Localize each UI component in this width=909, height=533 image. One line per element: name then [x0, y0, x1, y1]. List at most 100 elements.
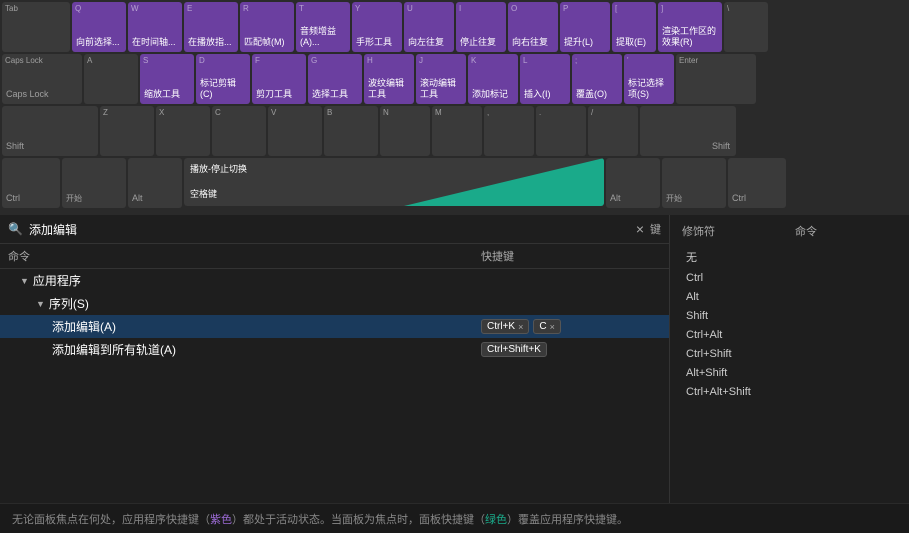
shortcut-remove-c[interactable]: × — [550, 322, 555, 332]
right-panel-header: 修饰符 命令 — [682, 223, 897, 239]
shortcut-badge-c: C × — [533, 319, 561, 334]
tree-item-app[interactable]: ▼ 应用程序 — [0, 269, 669, 292]
tree-item-add-edit-all-shortcut: Ctrl+Shift+K — [481, 342, 661, 357]
key-s[interactable]: S 缩放工具 — [140, 54, 194, 104]
search-input[interactable] — [29, 222, 630, 236]
key-j[interactable]: J 滚动编辑工具 — [416, 54, 466, 104]
keyboard-row-1: Tab Q 向前选择... W 在时间轴... E 在播放指... R 匹配帧(… — [0, 0, 909, 52]
shortcut-badge-ctrl-shift-k: Ctrl+Shift+K — [481, 342, 547, 357]
key-backslash[interactable]: \ — [724, 2, 768, 52]
key-a[interactable]: A — [84, 54, 138, 104]
key-shift-left[interactable]: Shift — [2, 106, 98, 156]
modifier-ctrl-alt-shift-label: Ctrl+Alt+Shift — [686, 386, 751, 398]
tree-item-add-edit-all[interactable]: 添加编辑到所有轨道(A) Ctrl+Shift+K — [0, 338, 669, 361]
table-header: 命令 快捷键 — [0, 244, 669, 269]
modifier-item-alt-shift[interactable]: Alt+Shift — [682, 365, 897, 381]
right-panel: 修饰符 命令 无 Ctrl Alt Shift Ctrl+Alt Ctrl+Sh… — [670, 215, 909, 503]
footer-purple-text: 紫色 — [210, 514, 232, 526]
left-panel: 🔍 × 键 命令 快捷键 ▼ 应用程序 ▼ 序列(S) 添加编辑(A) — [0, 215, 670, 503]
key-shift-right[interactable]: Shift — [640, 106, 736, 156]
search-icon: 🔍 — [8, 222, 23, 236]
modifier-ctrl-label: Ctrl — [686, 272, 703, 284]
tree-item-seq-label: 序列(S) — [49, 295, 661, 312]
key-enter[interactable]: Enter — [676, 54, 756, 104]
footer-note: 无论面板焦点在何处，应用程序快捷键（紫色）都处于活动状态。当面板为焦点时，面板快… — [0, 503, 909, 533]
key-alt-right[interactable]: Alt — [606, 158, 660, 208]
key-bracket-left[interactable]: [ 提取(E) — [612, 2, 656, 52]
modifier-item-none[interactable]: 无 — [682, 247, 897, 267]
keyboard-area: Tab Q 向前选择... W 在时间轴... E 在播放指... R 匹配帧(… — [0, 0, 909, 215]
footer-green-text: 绿色 — [485, 514, 507, 526]
modifier-item-ctrl-alt-shift[interactable]: Ctrl+Alt+Shift — [682, 384, 897, 400]
key-space[interactable]: 播放-停止切换 空格键 — [184, 158, 604, 206]
key-r[interactable]: R 匹配帧(M) — [240, 2, 294, 52]
column-shortcut-header: 快捷键 — [481, 248, 661, 264]
key-tab[interactable]: Tab — [2, 2, 70, 52]
key-g[interactable]: G 选择工具 — [308, 54, 362, 104]
modifier-column-header: 修饰符 — [682, 223, 715, 239]
key-caps-lock[interactable]: Caps Lock Caps Lock — [2, 54, 82, 104]
tree-list[interactable]: ▼ 应用程序 ▼ 序列(S) 添加编辑(A) Ctrl+K × C × — [0, 269, 669, 503]
key-d[interactable]: D 标记剪辑(C) — [196, 54, 250, 104]
tree-item-app-label: 应用程序 — [33, 272, 661, 289]
search-right-label: 键 — [650, 221, 661, 237]
modifier-item-alt[interactable]: Alt — [682, 289, 897, 305]
key-u[interactable]: U 向左往复 — [404, 2, 454, 52]
modifier-ctrl-alt-label: Ctrl+Alt — [686, 329, 722, 341]
key-f[interactable]: F 剪刀工具 — [252, 54, 306, 104]
modifier-none-label: 无 — [686, 249, 697, 265]
modifier-item-ctrl-shift[interactable]: Ctrl+Shift — [682, 346, 897, 362]
key-semicolon[interactable]: ; 覆盖(O) — [572, 54, 622, 104]
key-w[interactable]: W 在时间轴... — [128, 2, 182, 52]
key-y[interactable]: Y 手形工具 — [352, 2, 402, 52]
key-n[interactable]: N — [380, 106, 430, 156]
modifier-item-ctrl-alt[interactable]: Ctrl+Alt — [682, 327, 897, 343]
key-v[interactable]: V — [268, 106, 322, 156]
key-i[interactable]: I 停止往复 — [456, 2, 506, 52]
key-start-right[interactable]: 开始 — [662, 158, 726, 208]
key-p[interactable]: P 提升(L) — [560, 2, 610, 52]
key-h[interactable]: H 波纹编辑工具 — [364, 54, 414, 104]
key-period[interactable]: . — [536, 106, 586, 156]
key-c[interactable]: C — [212, 106, 266, 156]
key-alt-left[interactable]: Alt — [128, 158, 182, 208]
modifier-item-ctrl[interactable]: Ctrl — [682, 270, 897, 286]
key-t[interactable]: T 音频增益(A)... — [296, 2, 350, 52]
key-k[interactable]: K 添加标记 — [468, 54, 518, 104]
modifier-list: 无 Ctrl Alt Shift Ctrl+Alt Ctrl+Shift Alt… — [682, 247, 897, 400]
chevron-down-icon-seq: ▼ — [36, 299, 45, 309]
shortcut-badge-ctrl-k: Ctrl+K × — [481, 319, 529, 334]
key-slash[interactable]: / — [588, 106, 638, 156]
search-bar: 🔍 × 键 — [0, 215, 669, 244]
column-command-header: 命令 — [8, 248, 481, 264]
footer-text: 无论面板焦点在何处，应用程序快捷键（紫色）都处于活动状态。当面板为焦点时，面板快… — [12, 511, 628, 527]
modifier-item-shift[interactable]: Shift — [682, 308, 897, 324]
key-b[interactable]: B — [324, 106, 378, 156]
key-comma[interactable]: , — [484, 106, 534, 156]
key-o[interactable]: O 向右往复 — [508, 2, 558, 52]
tree-item-add-edit[interactable]: 添加编辑(A) Ctrl+K × C × — [0, 315, 669, 338]
search-clear-button[interactable]: × — [636, 221, 644, 237]
keyboard-row-4: Ctrl 开始 Alt 播放-停止切换 空格键 Alt 开始 Ctrl — [0, 156, 909, 208]
spacebar-top-label: 播放-停止切换 — [190, 162, 247, 175]
key-e[interactable]: E 在播放指... — [184, 2, 238, 52]
key-x[interactable]: X — [156, 106, 210, 156]
keyboard-row-2: Caps Lock Caps Lock A S 缩放工具 D 标记剪辑(C) F… — [0, 52, 909, 104]
key-start-left[interactable]: 开始 — [62, 158, 126, 208]
tree-item-add-edit-all-label: 添加编辑到所有轨道(A) — [52, 341, 481, 358]
key-z[interactable]: Z — [100, 106, 154, 156]
key-q[interactable]: Q 向前选择... — [72, 2, 126, 52]
key-ctrl-right[interactable]: Ctrl — [728, 158, 786, 208]
modifier-shift-label: Shift — [686, 310, 708, 322]
key-bracket-right[interactable]: ] 渲染工作区的效果(R) — [658, 2, 722, 52]
chevron-down-icon: ▼ — [20, 276, 29, 286]
tree-item-seq[interactable]: ▼ 序列(S) — [0, 292, 669, 315]
key-ctrl-left[interactable]: Ctrl — [2, 158, 60, 208]
keyboard-row-3: Shift Z X C V B N M , . / — [0, 104, 909, 156]
tree-item-add-edit-shortcut: Ctrl+K × C × — [481, 319, 661, 334]
key-m[interactable]: M — [432, 106, 482, 156]
modifier-ctrl-shift-label: Ctrl+Shift — [686, 348, 732, 360]
key-quote[interactable]: ' 标记选择项(S) — [624, 54, 674, 104]
shortcut-remove-ctrl-k[interactable]: × — [518, 322, 523, 332]
key-l[interactable]: L 插入(I) — [520, 54, 570, 104]
